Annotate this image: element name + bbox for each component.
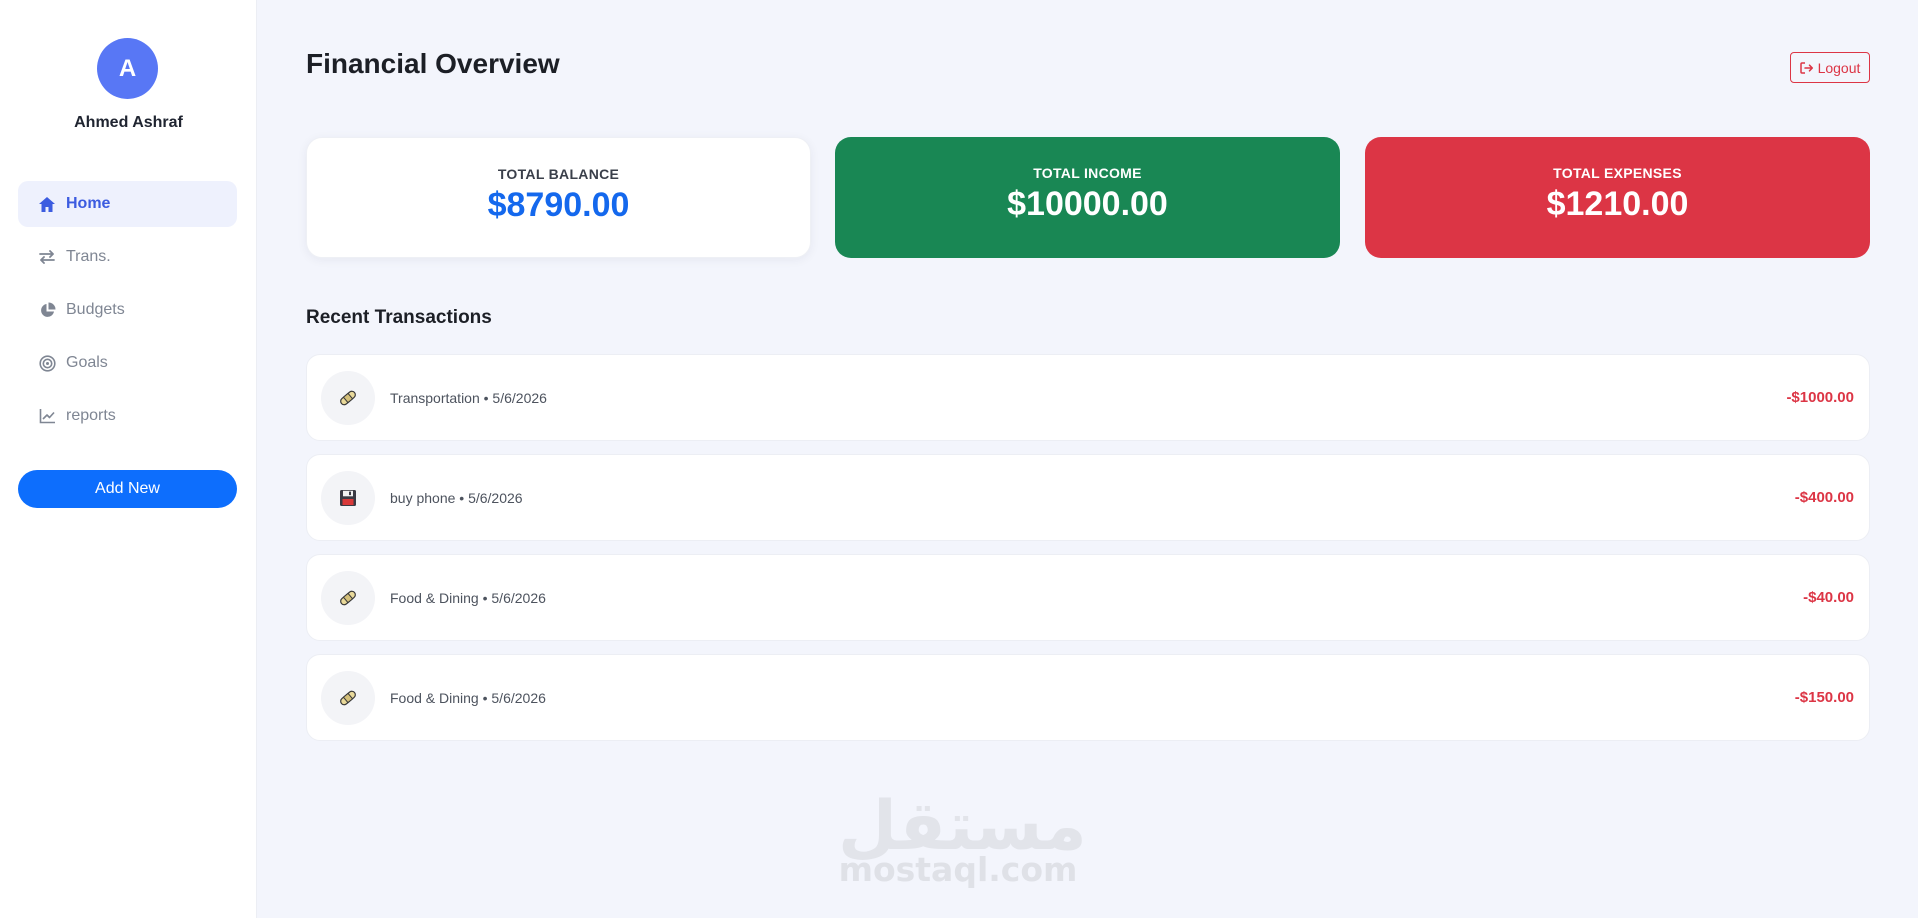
logout-label: Logout bbox=[1817, 59, 1861, 76]
transaction-amount: -$1000.00 bbox=[1786, 389, 1854, 406]
transfer-arrows-icon bbox=[37, 247, 57, 267]
transaction-description: buy phone • 5/6/2026 bbox=[390, 490, 523, 506]
transaction-amount: -$400.00 bbox=[1794, 489, 1854, 506]
sidebar: A Ahmed Ashraf Home Trans. Budgets Goals bbox=[0, 0, 257, 918]
floppy-disk-emoji-icon bbox=[321, 471, 375, 525]
total-expenses-label: TOTAL EXPENSES bbox=[1553, 165, 1682, 181]
total-balance-label: TOTAL BALANCE bbox=[497, 166, 620, 182]
transaction-amount: -$40.00 bbox=[1803, 589, 1854, 606]
sidebar-item-budgets[interactable]: Budgets bbox=[18, 287, 237, 333]
list-item[interactable]: Food & Dining • 5/6/2026 -$40.00 bbox=[306, 554, 1870, 641]
total-balance-card: TOTAL BALANCE $8790.00 bbox=[306, 137, 811, 258]
bandage-emoji-icon bbox=[321, 571, 375, 625]
line-chart-icon bbox=[37, 406, 57, 426]
pie-chart-icon bbox=[37, 300, 57, 320]
home-icon bbox=[37, 194, 57, 214]
total-income-card: TOTAL INCOME $10000.00 bbox=[835, 137, 1340, 258]
total-balance-value: $8790.00 bbox=[487, 186, 630, 224]
list-item[interactable]: Food & Dining • 5/6/2026 -$150.00 bbox=[306, 654, 1870, 741]
watermark: مستقل mostaql.com bbox=[838, 788, 1087, 889]
total-expenses-value: $1210.00 bbox=[1546, 185, 1689, 223]
avatar[interactable]: A bbox=[97, 38, 158, 99]
sidebar-item-label: Trans. bbox=[66, 248, 111, 265]
sidebar-item-goals[interactable]: Goals bbox=[18, 340, 237, 386]
watermark-latin-text: mostaql.com bbox=[838, 850, 1078, 889]
logout-icon bbox=[1799, 61, 1814, 74]
list-item[interactable]: buy phone • 5/6/2026 -$400.00 bbox=[306, 454, 1870, 541]
sidebar-item-trans[interactable]: Trans. bbox=[18, 234, 237, 280]
total-expenses-card: TOTAL EXPENSES $1210.00 bbox=[1365, 137, 1870, 258]
page-title: Financial Overview bbox=[306, 48, 560, 79]
transaction-description: Food & Dining • 5/6/2026 bbox=[390, 690, 546, 706]
transaction-description: Food & Dining • 5/6/2026 bbox=[390, 590, 546, 606]
transaction-amount: -$150.00 bbox=[1794, 689, 1854, 706]
sidebar-item-reports[interactable]: reports bbox=[18, 393, 237, 439]
watermark-arabic-text: مستقل bbox=[838, 788, 1087, 864]
bandage-emoji-icon bbox=[321, 371, 375, 425]
sidebar-item-label: Goals bbox=[66, 354, 108, 371]
user-name: Ahmed Ashraf bbox=[74, 114, 183, 131]
transactions-list: Transportation • 5/6/2026 -$1000.00 buy … bbox=[306, 354, 1870, 754]
sidebar-item-label: Home bbox=[66, 195, 111, 212]
recent-transactions-title: Recent Transactions bbox=[306, 307, 492, 328]
sidebar-nav: Home Trans. Budgets Goals reports bbox=[18, 181, 237, 446]
add-new-button[interactable]: Add New bbox=[18, 470, 237, 508]
total-income-value: $10000.00 bbox=[1007, 185, 1168, 223]
list-item[interactable]: Transportation • 5/6/2026 -$1000.00 bbox=[306, 354, 1870, 441]
logout-button[interactable]: Logout bbox=[1790, 52, 1870, 83]
sidebar-item-label: Budgets bbox=[66, 301, 125, 318]
target-icon bbox=[37, 353, 57, 373]
transaction-description: Transportation • 5/6/2026 bbox=[390, 390, 547, 406]
total-income-label: TOTAL INCOME bbox=[1033, 165, 1142, 181]
sidebar-item-label: reports bbox=[66, 407, 116, 424]
bandage-emoji-icon bbox=[321, 671, 375, 725]
sidebar-item-home[interactable]: Home bbox=[18, 181, 237, 227]
